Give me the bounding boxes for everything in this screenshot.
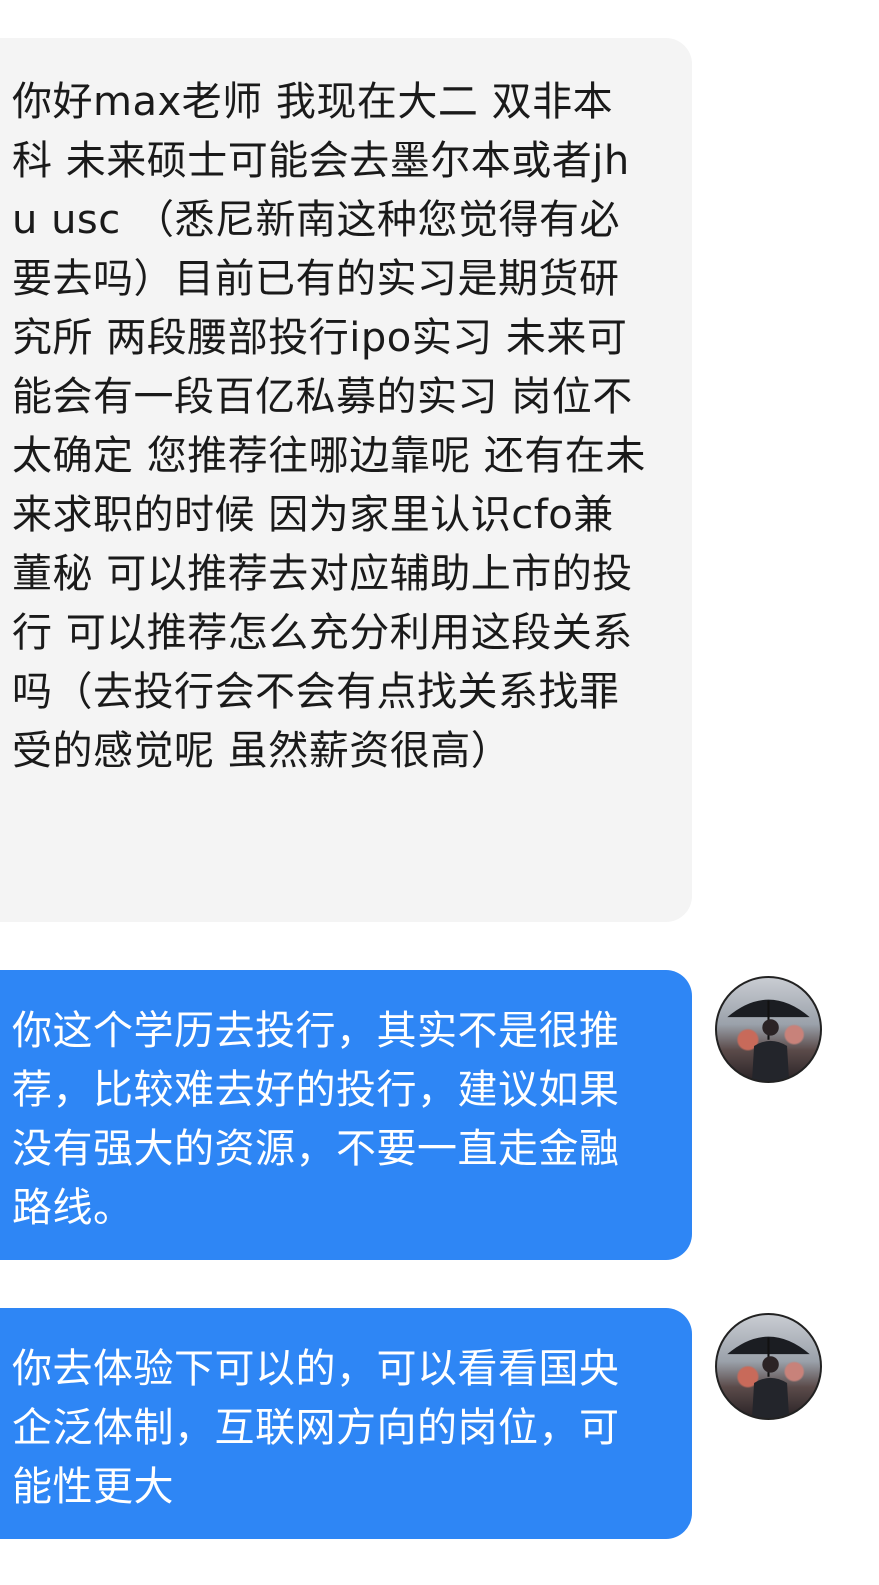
teacher-avatar[interactable] [715,976,822,1083]
incoming-message-bubble[interactable]: 你好max老师 我现在大二 双非本科 未来硕士可能会去墨尔本或者jhu usc … [0,38,692,922]
outgoing-message-bubble[interactable]: 你这个学历去投行，其实不是很推荐，比较难去好的投行，建议如果没有强大的资源，不要… [0,970,692,1260]
teacher-avatar[interactable] [715,1313,822,1420]
man-with-umbrella-icon [727,999,810,1081]
man-with-umbrella-icon [727,1336,810,1418]
outgoing-message-bubble[interactable]: 你去体验下可以的，可以看看国央企泛体制，互联网方向的岗位，可能性更大 [0,1308,692,1539]
chat-conversation: 你好max老师 我现在大二 双非本科 未来硕士可能会去墨尔本或者jhu usc … [0,0,879,1585]
